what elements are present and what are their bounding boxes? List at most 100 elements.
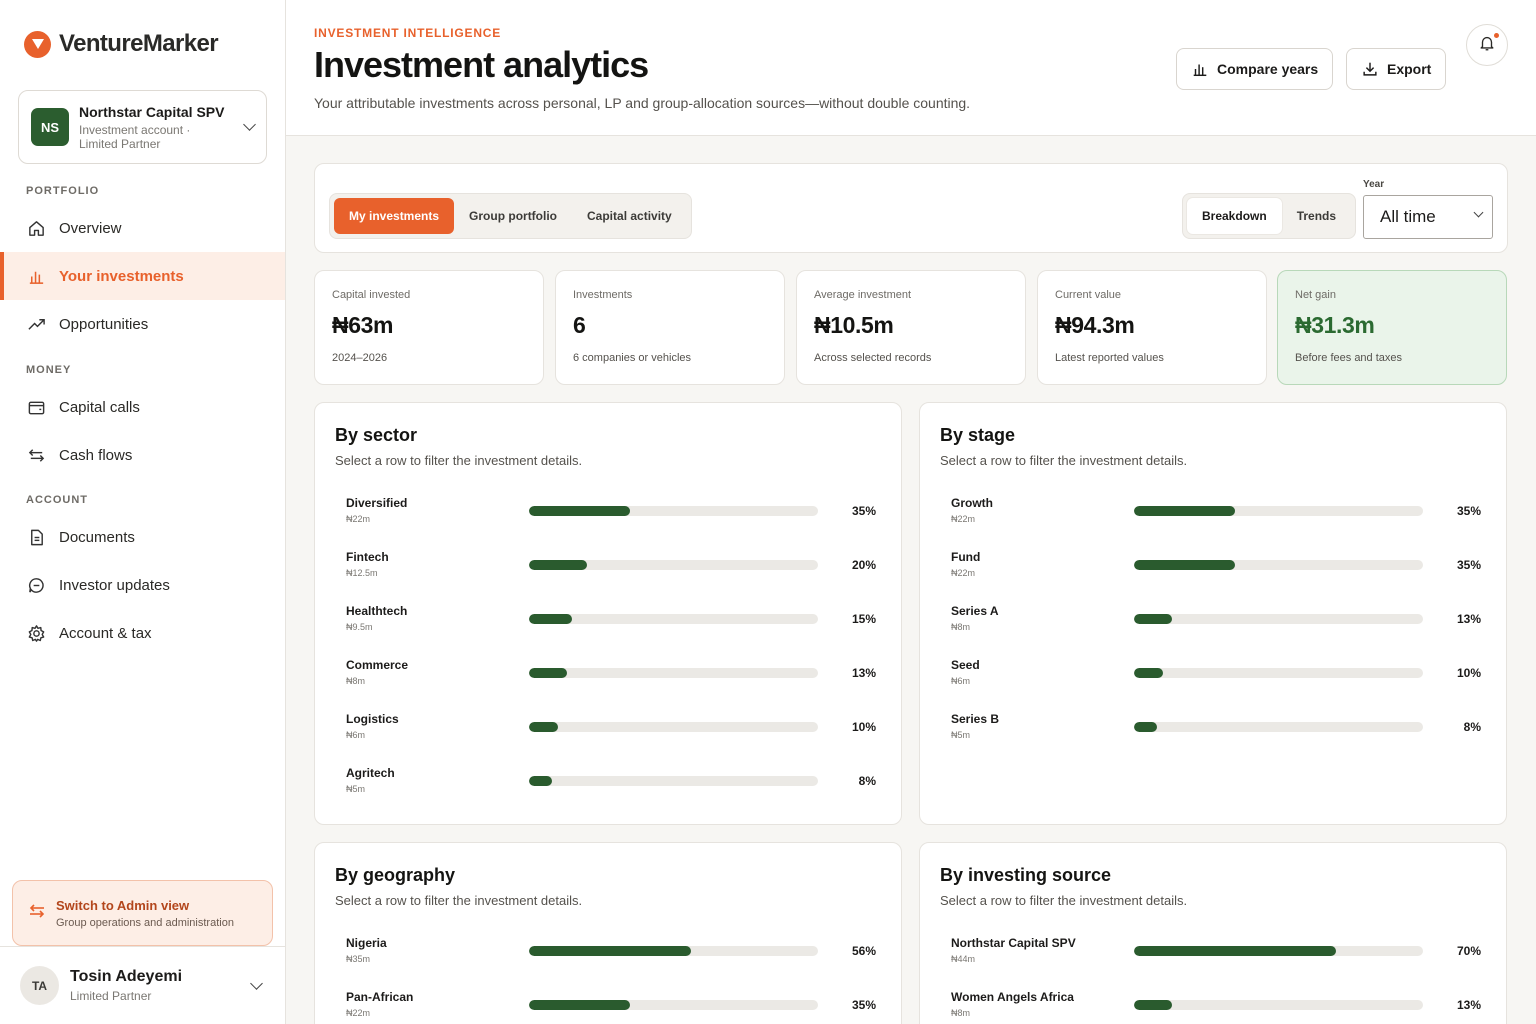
- breakdown-row[interactable]: Fund ₦22m 35%: [951, 550, 1481, 590]
- brand-logo[interactable]: VentureMarker: [24, 30, 219, 58]
- breakdown-row[interactable]: Commerce ₦8m 13%: [346, 658, 876, 698]
- row-percent: 56%: [851, 944, 876, 958]
- filter-toolbar: My investments Group portfolio Capital a…: [314, 163, 1508, 253]
- chevron-down-icon: [250, 976, 263, 990]
- page-subtitle: Your attributable investments across per…: [314, 95, 971, 111]
- kpi-value: ₦63m: [332, 312, 394, 338]
- view-toggle: Breakdown Trends: [1182, 193, 1357, 239]
- kpi-sub: 2024–2026: [332, 352, 388, 364]
- breakdown-row[interactable]: Healthtech ₦9.5m 15%: [346, 604, 876, 644]
- breakdown-row[interactable]: Logistics ₦6m 10%: [346, 712, 876, 752]
- wallet-icon: [26, 397, 46, 417]
- avatar: TA: [20, 966, 59, 1005]
- nav-item-capital-calls[interactable]: Capital calls: [0, 383, 285, 431]
- card-subtitle: Select a row to filter the investment de…: [335, 453, 583, 468]
- admin-switch-subtitle: Group operations and administration: [56, 916, 234, 929]
- nav-item-label: Overview: [59, 219, 122, 237]
- progress-track: [1134, 668, 1423, 678]
- nav-item-account-tax[interactable]: Account & tax: [0, 609, 285, 657]
- tab-my-investments[interactable]: My investments: [334, 198, 455, 234]
- card-title: By investing source: [940, 865, 1112, 885]
- bar-chart-icon: [1191, 60, 1209, 78]
- account-switcher[interactable]: NS Northstar Capital SPV Investment acco…: [18, 90, 267, 164]
- row-name: Pan-African: [346, 990, 414, 1004]
- scope-tabs: My investments Group portfolio Capital a…: [329, 193, 692, 239]
- breakdown-row[interactable]: Series A ₦8m 13%: [951, 604, 1481, 644]
- breakdown-row[interactable]: Pan-African ₦22m 35%: [346, 990, 876, 1024]
- breakdown-row[interactable]: Diversified ₦22m 35%: [346, 496, 876, 536]
- nav-item-label: Cash flows: [59, 446, 133, 464]
- progress-fill: [529, 560, 587, 570]
- sidebar: VentureMarker NS Northstar Capital SPV I…: [0, 0, 286, 1024]
- download-icon: [1361, 60, 1379, 78]
- nav-item-investor-updates[interactable]: Investor updates: [0, 561, 285, 609]
- chat-icon: [26, 575, 46, 595]
- breakdown-row[interactable]: Northstar Capital SPV ₦44m 70%: [951, 936, 1481, 976]
- nav-item-your-investments[interactable]: Your investments: [0, 252, 285, 300]
- progress-track: [529, 1000, 818, 1010]
- notifications-button[interactable]: [1466, 24, 1508, 66]
- account-name: Northstar Capital SPV: [79, 103, 225, 120]
- row-amount: ₦6m: [346, 730, 366, 740]
- breakdown-row[interactable]: Seed ₦6m 10%: [951, 658, 1481, 698]
- progress-track: [1134, 506, 1423, 516]
- row-amount: ₦5m: [346, 784, 366, 794]
- breakdown-row[interactable]: Women Angels Africa ₦8m 13%: [951, 990, 1481, 1024]
- breakdown-row[interactable]: Agritech ₦5m 8%: [346, 766, 876, 806]
- user-menu[interactable]: TA Tosin Adeyemi Limited Partner: [0, 946, 285, 1024]
- admin-switch-title: Switch to Admin view: [56, 897, 190, 913]
- row-name: Women Angels Africa: [951, 990, 1074, 1004]
- card-by-investing-source: By investing source Select a row to filt…: [919, 842, 1507, 1024]
- row-amount: ₦22m: [951, 568, 976, 578]
- row-percent: 8%: [1463, 720, 1481, 734]
- nav-section-account: ACCOUNT: [26, 494, 88, 506]
- switch-admin-view-button[interactable]: Switch to Admin view Group operations an…: [12, 880, 273, 946]
- breakdown-row[interactable]: Series B ₦5m 8%: [951, 712, 1481, 752]
- row-amount: ₦9.5m: [346, 622, 373, 632]
- kpi-value: ₦94.3m: [1055, 312, 1135, 338]
- export-button[interactable]: Export: [1346, 48, 1447, 90]
- nav-item-overview[interactable]: Overview: [0, 204, 285, 252]
- nav-item-label: Account & tax: [59, 624, 152, 642]
- nav-section-portfolio: PORTFOLIO: [26, 185, 100, 197]
- account-subtitle: Investment account · Limited Partner: [79, 122, 191, 151]
- document-icon: [26, 527, 46, 547]
- arrows-swap-icon: [27, 901, 47, 926]
- progress-fill: [529, 946, 691, 956]
- nav-item-documents[interactable]: Documents: [0, 513, 285, 561]
- breakdown-row[interactable]: Nigeria ₦35m 56%: [346, 936, 876, 976]
- row-amount: ₦22m: [951, 514, 976, 524]
- nav-item-label: Investor updates: [59, 576, 170, 594]
- progress-track: [529, 614, 818, 624]
- nav-item-cash-flows[interactable]: Cash flows: [0, 431, 285, 479]
- row-amount: ₦6m: [951, 676, 971, 686]
- progress-fill: [529, 668, 567, 678]
- row-amount: ₦44m: [951, 954, 976, 964]
- year-select[interactable]: All time: [1363, 195, 1493, 239]
- progress-track: [529, 506, 818, 516]
- progress-track: [529, 776, 818, 786]
- row-percent: 13%: [1456, 998, 1481, 1012]
- tab-trends[interactable]: Trends: [1282, 198, 1351, 234]
- row-amount: ₦22m: [346, 514, 371, 524]
- progress-fill: [1134, 614, 1172, 624]
- card-title: By geography: [335, 865, 456, 885]
- account-avatar: NS: [31, 108, 69, 146]
- row-percent: 20%: [851, 558, 876, 572]
- nav-item-opportunities[interactable]: Opportunities: [0, 300, 285, 348]
- notification-dot: [1494, 33, 1499, 38]
- kpi-value: ₦10.5m: [814, 312, 894, 338]
- compare-years-label: Compare years: [1217, 61, 1319, 77]
- compare-years-button[interactable]: Compare years: [1176, 48, 1334, 90]
- breakdown-row[interactable]: Fintech ₦12.5m 20%: [346, 550, 876, 590]
- kpi-sub: Across selected records: [814, 352, 932, 364]
- kpi-value: 6: [573, 312, 586, 338]
- breakdown-row[interactable]: Growth ₦22m 35%: [951, 496, 1481, 536]
- tab-group-portfolio[interactable]: Group portfolio: [454, 198, 572, 234]
- row-name: Fintech: [346, 550, 389, 564]
- row-name: Series A: [951, 604, 999, 618]
- row-percent: 35%: [851, 998, 876, 1012]
- tab-breakdown[interactable]: Breakdown: [1187, 198, 1282, 234]
- tab-capital-activity[interactable]: Capital activity: [572, 198, 687, 234]
- nav-item-label: Capital calls: [59, 398, 140, 416]
